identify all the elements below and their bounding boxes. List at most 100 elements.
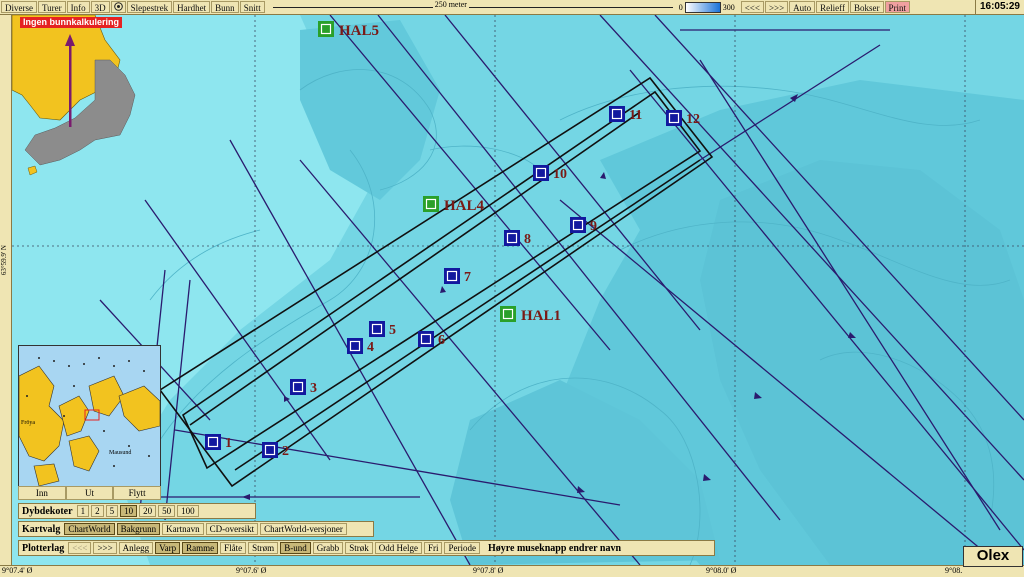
latitude-ruler: 63°59.9' N: [0, 15, 12, 565]
layer-grabb[interactable]: Grabb: [312, 542, 344, 554]
menu-turer[interactable]: Turer: [38, 1, 66, 13]
layer-periode[interactable]: Periode: [444, 542, 480, 554]
next-button[interactable]: >>>: [764, 1, 789, 13]
overview-chart: [18, 346, 161, 487]
sample-marker[interactable]: 1: [205, 434, 232, 451]
depth-option-50[interactable]: 50: [158, 505, 176, 517]
next-layer-button[interactable]: >>>: [93, 542, 117, 554]
depth-option-20[interactable]: 20: [139, 505, 157, 517]
dybdekoter-label: Dybdekoter: [22, 505, 73, 517]
layer-ramme[interactable]: Ramme: [182, 542, 219, 554]
marker-label: 7: [464, 270, 471, 285]
layer-anlegg[interactable]: Anlegg: [118, 542, 154, 554]
depth-option-1[interactable]: 1: [76, 505, 90, 517]
marker-square-icon: [570, 217, 586, 233]
scale-bar: 250 meter: [272, 0, 673, 13]
overview-controls: Inn Ut Flytt: [18, 486, 162, 500]
chartworld-option[interactable]: ChartWorld: [64, 523, 115, 535]
longitude-label: 9°07.4' Ø: [2, 566, 33, 575]
marker-label: 5: [389, 323, 396, 338]
depth-legend: 0 300: [678, 1, 735, 13]
auto-button[interactable]: Auto: [789, 1, 816, 13]
marker-label: 4: [367, 340, 374, 355]
layer-flate[interactable]: Flåte: [220, 542, 247, 554]
longitude-label: 9°07.6' Ø: [236, 566, 267, 575]
relieff-button[interactable]: Relieff: [816, 1, 849, 13]
hal-square-icon: [500, 306, 516, 322]
record-icon[interactable]: [110, 1, 126, 13]
menu-info[interactable]: Info: [66, 1, 90, 13]
layer-odd-helge[interactable]: Odd Helge: [374, 542, 422, 554]
marker-label: 2: [282, 444, 289, 459]
hal-station[interactable]: HAL5: [318, 21, 379, 39]
bakgrunn-option[interactable]: Bakgrunn: [116, 523, 161, 535]
depth-option-2[interactable]: 2: [91, 505, 104, 517]
sea-chart[interactable]: 1234567891011 12 HAL5HAL4HAL1: [12, 15, 1024, 565]
marker-square-icon: [262, 442, 278, 458]
layer-strok[interactable]: Strøk: [345, 542, 373, 554]
marker-square-icon: [533, 165, 549, 181]
marker-label: 8: [524, 232, 531, 247]
marker-square-icon: [444, 268, 460, 284]
depth-min: 0: [678, 2, 683, 12]
sample-marker[interactable]: 6: [418, 331, 445, 348]
prev-layer-button[interactable]: <<<: [68, 542, 92, 554]
kartnavn-option[interactable]: Kartnavn: [162, 523, 204, 535]
menu-slepestrek[interactable]: Slepestrek: [126, 1, 173, 13]
warning-banner: Ingen bunnkalkulering: [20, 17, 123, 28]
layer-varp[interactable]: Varp: [155, 542, 181, 554]
overview-place-label: Fröya: [21, 420, 35, 426]
hal-station[interactable]: HAL1: [500, 306, 561, 324]
layer-fri[interactable]: Fri: [423, 542, 443, 554]
sample-marker[interactable]: 3: [290, 379, 317, 396]
cd-oversikt-option[interactable]: CD-oversikt: [205, 523, 259, 535]
marker-square-icon: [418, 331, 434, 347]
marker-square-icon: [369, 321, 385, 337]
longitude-ruler: 9°07.4' Ø 9°07.6' Ø 9°07.8' Ø 9°08.0' Ø …: [0, 565, 1024, 577]
sample-marker[interactable]: 8: [504, 230, 531, 247]
depth-option-10[interactable]: 10: [120, 505, 138, 517]
depth-max: 300: [722, 2, 735, 12]
sample-marker[interactable]: 9: [570, 217, 597, 234]
overview-map[interactable]: Fröya Mausund: [18, 345, 161, 487]
chartworld-versjoner-option[interactable]: ChartWorld-versjoner: [260, 523, 347, 535]
hal-square-icon: [318, 21, 334, 37]
layer-strom[interactable]: Strøm: [248, 542, 279, 554]
marker-square-icon: [347, 338, 363, 354]
menu-diverse[interactable]: Diverse: [1, 1, 37, 13]
plotterlag-panel: Plotterlag <<< >>> Anlegg Varp Ramme Flå…: [18, 540, 715, 556]
marker-label: 9: [590, 219, 597, 234]
sample-marker[interactable]: 4: [347, 338, 374, 355]
layer-b-und[interactable]: B-und: [280, 542, 311, 554]
hal-label: HAL4: [444, 198, 485, 214]
rename-hint: Høyre museknapp endrer navn: [487, 542, 622, 554]
menu-3d[interactable]: 3D: [90, 1, 110, 13]
bokser-button[interactable]: Bokser: [850, 1, 884, 13]
menu-snitt[interactable]: Snitt: [239, 1, 265, 13]
sample-marker[interactable]: 2: [262, 442, 289, 459]
menu-bunn[interactable]: Bunn: [211, 1, 239, 13]
print-button[interactable]: Print: [884, 1, 911, 13]
longitude-label: 9°08.: [945, 566, 963, 575]
overview-place-label: Mausund: [109, 450, 132, 456]
hal-label: HAL5: [339, 23, 379, 39]
latitude-label: 63°59.9' N: [0, 245, 8, 276]
dybdekoter-panel: Dybdekoter 1 2 5 10 20 50 100: [18, 503, 256, 519]
marker-square-icon: [666, 110, 682, 126]
hal-station[interactable]: HAL4: [423, 196, 485, 214]
depth-option-100[interactable]: 100: [177, 505, 199, 517]
marker-label: 3: [310, 381, 317, 396]
circle-target-icon: [113, 2, 123, 11]
sample-marker[interactable]: 7: [444, 268, 471, 285]
zoom-in-button[interactable]: Inn: [18, 486, 66, 500]
hal-square-icon: [423, 196, 439, 212]
longitude-label: 9°08.0' Ø: [706, 566, 737, 575]
zoom-out-button[interactable]: Ut: [65, 486, 114, 500]
kartvalg-label: Kartvalg: [22, 523, 61, 535]
prev-button[interactable]: <<<: [740, 1, 764, 13]
move-button[interactable]: Flytt: [113, 486, 162, 500]
depth-option-5[interactable]: 5: [105, 505, 119, 517]
menu-hardhet[interactable]: Hardhet: [173, 1, 211, 13]
scale-label: 250 meter: [432, 0, 469, 9]
sample-marker[interactable]: 5: [369, 321, 396, 338]
